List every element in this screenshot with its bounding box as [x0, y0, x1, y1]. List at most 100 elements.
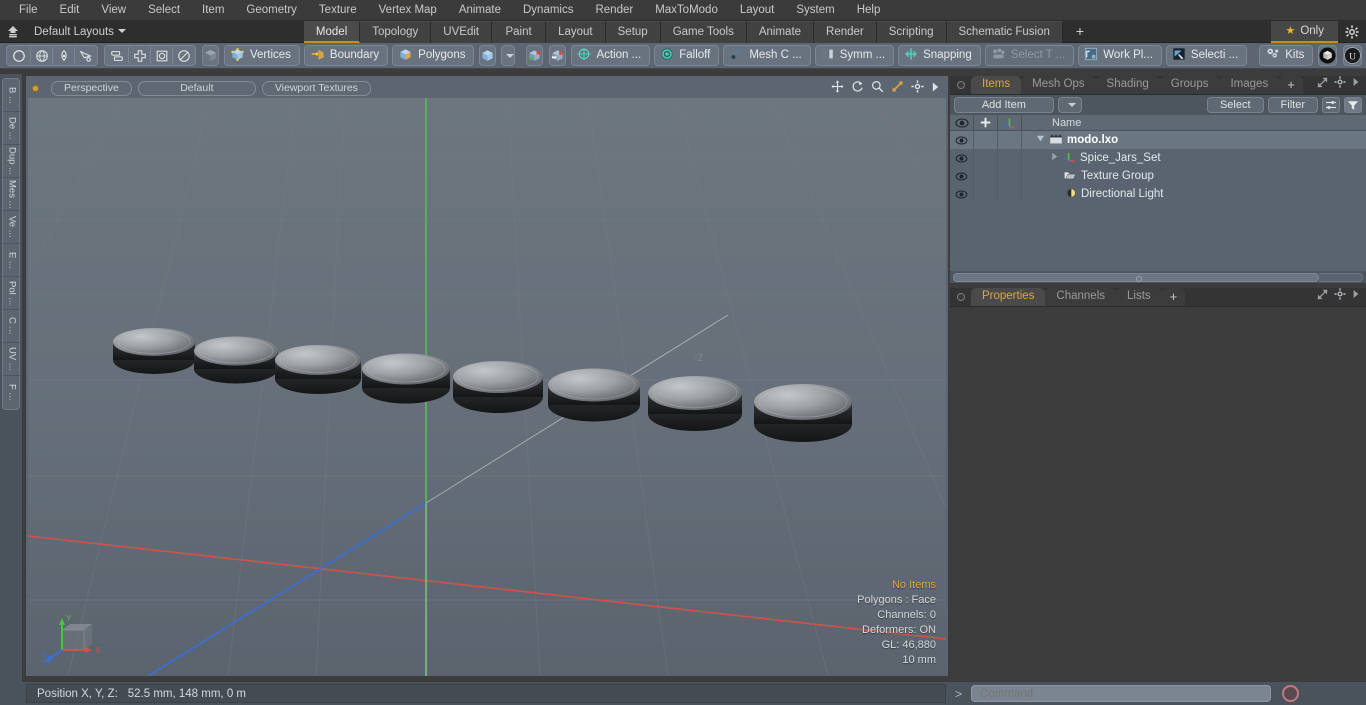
menu-layout[interactable]: Layout: [729, 0, 786, 21]
menu-item[interactable]: Item: [191, 0, 235, 21]
menu-view[interactable]: View: [90, 0, 137, 21]
fit-icon[interactable]: [891, 80, 904, 96]
table-row[interactable]: modo.lxo: [950, 131, 1366, 149]
menu-dynamics[interactable]: Dynamics: [512, 0, 584, 21]
selection-set-button[interactable]: Selecti ...: [1165, 45, 1248, 66]
row-name-cell[interactable]: Texture Group: [1022, 169, 1154, 184]
row-visibility-eye-icon[interactable]: [950, 167, 974, 185]
expand-icon[interactable]: [1317, 76, 1328, 91]
left-tab-basic[interactable]: B ...: [3, 79, 21, 112]
symmetry-button[interactable]: Symm ...: [814, 45, 895, 66]
menu-edit[interactable]: Edit: [49, 0, 91, 21]
globe-icon[interactable]: [30, 46, 52, 65]
snap-edge-icon[interactable]: [549, 45, 567, 66]
add-panel-tab-button[interactable]: +: [1279, 76, 1303, 94]
add-item-dropdown[interactable]: [1057, 97, 1082, 113]
row-visibility-eye-icon[interactable]: [950, 149, 974, 167]
filter-button[interactable]: Filter: [1267, 97, 1318, 113]
twisty-right-icon[interactable]: [1050, 152, 1059, 164]
only-toggle[interactable]: ★ Only: [1271, 20, 1338, 43]
circle-icon[interactable]: [8, 46, 30, 65]
scrollbar-track-end[interactable]: [1319, 272, 1363, 282]
row-name-cell[interactable]: Directional Light: [1022, 187, 1163, 202]
add-item-button[interactable]: Add Item: [954, 97, 1054, 113]
home-icon[interactable]: [0, 21, 26, 43]
row-axis-cell[interactable]: [998, 149, 1022, 167]
left-tab-uv[interactable]: UV ...: [3, 343, 21, 376]
row-axis-cell[interactable]: [998, 167, 1022, 185]
menu-render[interactable]: Render: [584, 0, 644, 21]
item-tree-empty-space[interactable]: [950, 211, 1366, 271]
mirror-icon[interactable]: [106, 46, 128, 65]
tab-game-tools[interactable]: Game Tools: [660, 20, 747, 43]
tab-mesh-ops[interactable]: Mesh Ops: [1021, 76, 1096, 94]
ellipse-icon[interactable]: [172, 46, 194, 65]
record-icon[interactable]: [1282, 685, 1300, 702]
snapping-button[interactable]: Snapping: [898, 45, 981, 66]
scrollbar-thumb[interactable]: [953, 272, 1319, 282]
menu-texture[interactable]: Texture: [308, 0, 368, 21]
viewport-style-selector[interactable]: Default: [137, 80, 256, 96]
pen-icon[interactable]: [52, 46, 74, 65]
center-icon[interactable]: [150, 46, 172, 65]
snap-vertex-icon[interactable]: [526, 45, 544, 66]
table-row[interactable]: Texture Group: [950, 167, 1366, 185]
tab-setup[interactable]: Setup: [605, 20, 661, 43]
tab-animate[interactable]: Animate: [746, 20, 815, 43]
left-tab-curve[interactable]: C ...: [3, 310, 21, 343]
tab-channels[interactable]: Channels: [1045, 288, 1117, 306]
add-tab-button[interactable]: +: [1063, 21, 1097, 43]
unreal-icon[interactable]: U: [1343, 45, 1363, 66]
command-input[interactable]: [971, 685, 1272, 702]
tab-scripting[interactable]: Scripting: [876, 20, 947, 43]
add-properties-tab-button[interactable]: +: [1161, 288, 1186, 306]
menu-vertex-map[interactable]: Vertex Map: [368, 0, 448, 21]
mesh-constraint-button[interactable]: Mesh C ...: [723, 45, 811, 66]
tab-properties[interactable]: Properties: [971, 288, 1046, 306]
menu-help[interactable]: Help: [846, 0, 892, 21]
symmetry-icon[interactable]: [128, 46, 150, 65]
polygons-mode-button[interactable]: Polygons: [392, 45, 475, 66]
item-tree-scrollbar[interactable]: [950, 271, 1366, 283]
tab-render[interactable]: Render: [814, 20, 877, 43]
expand-icon[interactable]: [1317, 288, 1328, 303]
row-axis-cell[interactable]: [998, 131, 1022, 149]
select-button[interactable]: Select: [1206, 97, 1264, 113]
chevron-right-icon[interactable]: [931, 81, 940, 96]
gear-icon[interactable]: [1338, 21, 1366, 43]
axis-icon[interactable]: [998, 114, 1022, 131]
tab-layout[interactable]: Layout: [546, 20, 606, 43]
list-options-icon[interactable]: [1322, 97, 1340, 113]
table-row[interactable]: Directional Light: [950, 185, 1366, 203]
lock-icon[interactable]: [974, 114, 998, 131]
select-through-button[interactable]: Select T ...: [984, 45, 1075, 66]
tab-model[interactable]: Model: [303, 20, 361, 43]
row-lock-cell[interactable]: [974, 131, 998, 149]
menu-geometry[interactable]: Geometry: [235, 0, 308, 21]
left-tab-mesh-edit[interactable]: Mes ...: [3, 178, 21, 211]
work-plane-button[interactable]: Work Pl...: [1078, 45, 1162, 66]
default-layouts-button[interactable]: Default Layouts: [26, 26, 132, 38]
tab-lists[interactable]: Lists: [1116, 288, 1162, 306]
chevron-right-icon[interactable]: [1352, 289, 1360, 302]
row-visibility-eye-icon[interactable]: [950, 185, 974, 203]
menu-animate[interactable]: Animate: [448, 0, 512, 21]
tab-shading[interactable]: Shading: [1095, 76, 1160, 94]
menu-file[interactable]: File: [8, 0, 49, 21]
tab-uvedit[interactable]: UVEdit: [431, 20, 493, 43]
gear-icon[interactable]: [1334, 288, 1346, 303]
rotate-icon[interactable]: [851, 80, 864, 96]
left-tab-fusion[interactable]: F ...: [3, 376, 21, 409]
row-name-cell[interactable]: modo.lxo: [1022, 133, 1118, 148]
gear-icon[interactable]: [1334, 76, 1346, 91]
curve-icon[interactable]: [74, 46, 96, 65]
position-readout[interactable]: Position X, Y, Z: 52.5 mm, 148 mm, 0 m: [26, 684, 946, 703]
kits-button[interactable]: Kits: [1259, 45, 1314, 66]
properties-content[interactable]: [950, 307, 1366, 697]
tab-items[interactable]: Items: [971, 76, 1022, 94]
tab-topology[interactable]: Topology: [360, 20, 432, 43]
menu-system[interactable]: System: [785, 0, 845, 21]
chevron-down-icon[interactable]: [501, 45, 516, 66]
tab-schematic-fusion[interactable]: Schematic Fusion: [946, 20, 1063, 43]
falloff-button[interactable]: Falloff: [654, 45, 720, 66]
